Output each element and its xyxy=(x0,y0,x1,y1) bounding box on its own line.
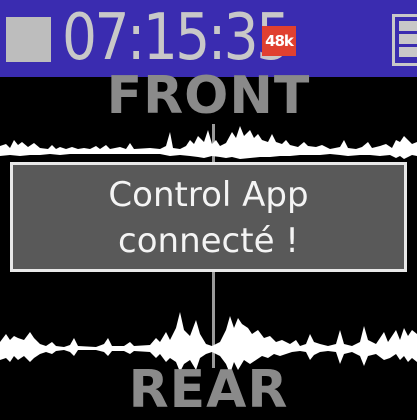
notification-line-1: Control App xyxy=(108,175,309,215)
front-label: FRONT xyxy=(106,66,311,126)
battery-bar xyxy=(399,47,417,57)
notification-dialog: Control App connecté ! xyxy=(10,162,407,272)
battery-bar xyxy=(399,21,417,31)
stop-icon xyxy=(6,17,51,62)
sample-rate-badge: 48k xyxy=(262,26,296,56)
rear-label: REAR xyxy=(128,360,289,420)
battery-icon xyxy=(392,14,417,66)
recording-timer: 07:15:35 xyxy=(62,1,291,75)
front-waveform xyxy=(0,126,417,159)
battery-bar xyxy=(399,34,417,44)
notification-line-2: connecté ! xyxy=(118,221,299,261)
